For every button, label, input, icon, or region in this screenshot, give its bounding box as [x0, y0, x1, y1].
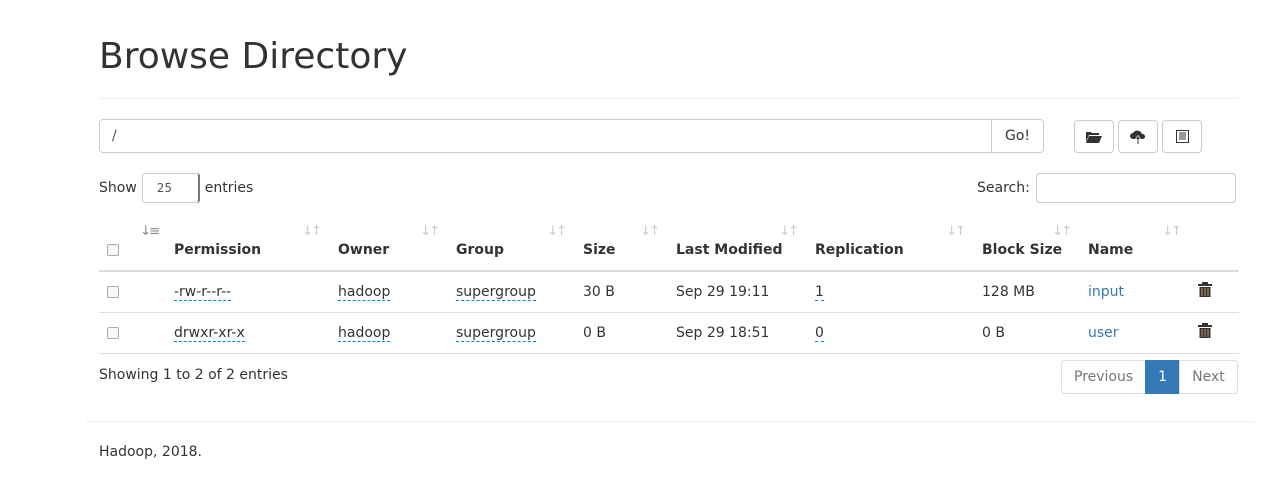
entries-length: Show 25 entries	[99, 173, 253, 203]
header-name[interactable]: Name ↓↑	[1080, 216, 1190, 272]
entries-label: entries	[204, 180, 254, 196]
go-button[interactable]: Go!	[992, 119, 1044, 153]
group-value[interactable]: supergroup	[456, 283, 536, 301]
group-value[interactable]: supergroup	[456, 324, 536, 342]
search-input[interactable]	[1035, 173, 1236, 203]
page-title: Browse Directory	[99, 36, 408, 77]
cut-paste-button[interactable]	[1162, 120, 1202, 153]
sort-icon: ↓↑	[640, 224, 660, 239]
permission-value[interactable]: drwxr-xr-x	[174, 324, 245, 342]
sort-icon: ↓↑	[302, 224, 322, 239]
folder-open-icon	[1086, 132, 1102, 143]
header-replication[interactable]: Replication ↓↑	[807, 216, 974, 272]
upload-button[interactable]	[1118, 120, 1158, 153]
row-checkbox[interactable]	[107, 285, 119, 298]
footer-divider	[85, 421, 1255, 422]
sort-icon: ↓↑	[946, 224, 966, 239]
create-directory-button[interactable]	[1074, 120, 1114, 153]
sort-icon: ↓↑	[547, 224, 567, 239]
replication-value[interactable]: 0	[815, 324, 824, 342]
header-owner[interactable]: Owner ↓↑	[330, 216, 448, 272]
modified-value: Sep 29 19:11	[668, 271, 807, 313]
replication-value[interactable]: 1	[815, 283, 824, 301]
sort-icon: ↓↑	[1052, 224, 1072, 239]
search-filter: Search:	[977, 173, 1236, 203]
path-bar: Go!	[99, 119, 1044, 153]
size-value: 30 B	[575, 271, 668, 313]
block-size-value: 128 MB	[974, 271, 1080, 313]
sort-icon: ↓≡	[140, 224, 160, 239]
list-alt-icon	[1175, 130, 1189, 143]
page-1-button[interactable]: 1	[1145, 360, 1181, 394]
pagination: Previous 1 Next	[1061, 360, 1238, 394]
header-group[interactable]: Group ↓↑	[448, 216, 575, 272]
path-input[interactable]	[99, 119, 992, 153]
entries-select[interactable]: 25	[141, 173, 200, 203]
permission-value[interactable]: -rw-r--r--	[174, 283, 232, 301]
block-size-value: 0 B	[974, 312, 1080, 354]
header-size[interactable]: Size ↓↑	[575, 216, 668, 272]
table-row: -rw-r--r-- hadoop supergroup 30 B Sep 29…	[99, 271, 1239, 313]
cloud-upload-icon	[1130, 130, 1146, 144]
name-link[interactable]: input	[1088, 284, 1124, 300]
show-label: Show	[99, 180, 137, 196]
row-checkbox[interactable]	[107, 326, 119, 339]
owner-value[interactable]: hadoop	[338, 283, 391, 301]
trash-icon[interactable]	[1198, 323, 1212, 338]
name-link[interactable]: user	[1088, 325, 1119, 341]
select-all-checkbox[interactable]	[107, 244, 119, 256]
divider	[99, 98, 1239, 99]
header-actions	[1190, 216, 1239, 272]
header-permission[interactable]: Permission ↓↑	[166, 216, 330, 272]
sort-icon: ↓↑	[1162, 224, 1182, 239]
select-all-header[interactable]: ↓≡	[99, 216, 166, 272]
previous-button[interactable]: Previous	[1061, 360, 1147, 394]
trash-icon[interactable]	[1198, 282, 1212, 298]
header-block-size[interactable]: Block Size ↓↑	[974, 216, 1080, 272]
table-info: Showing 1 to 2 of 2 entries	[99, 367, 288, 383]
size-value: 0 B	[575, 312, 668, 354]
header-last-modified[interactable]: Last Modified ↓↑	[668, 216, 807, 272]
sort-icon: ↓↑	[420, 224, 440, 239]
sort-icon: ↓↑	[779, 224, 799, 239]
table-row: drwxr-xr-x hadoop supergroup 0 B Sep 29 …	[99, 312, 1239, 354]
modified-value: Sep 29 18:51	[668, 312, 807, 354]
search-label: Search:	[977, 180, 1030, 196]
footer-text: Hadoop, 2018.	[99, 444, 202, 460]
file-table: ↓≡ Permission ↓↑ Owner ↓↑ Group ↓↑ Size ↓↑ L…	[99, 216, 1239, 354]
owner-value[interactable]: hadoop	[338, 324, 391, 342]
next-button[interactable]: Next	[1179, 360, 1238, 394]
